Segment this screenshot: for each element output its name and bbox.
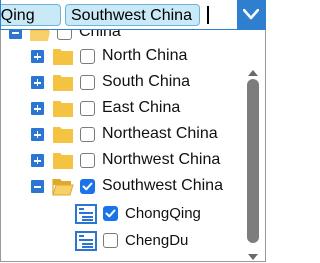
collapse-icon[interactable]	[9, 30, 22, 39]
tree-node-southwest-china[interactable]: Southwest China	[1, 174, 241, 200]
folder-open-icon	[30, 30, 50, 41]
expand-icon[interactable]	[31, 76, 44, 89]
selected-tags: ngQing Southwest China	[1, 0, 233, 29]
folder-icon	[53, 75, 73, 91]
tree-node-label: ChengDu	[125, 232, 189, 249]
document-icon	[75, 231, 97, 251]
dropdown-toggle-button[interactable]	[237, 0, 265, 29]
tree-node-chengdu[interactable]: ChengDu	[1, 228, 241, 254]
text-caret	[207, 6, 209, 24]
tree-node-south-china[interactable]: South China	[1, 70, 241, 96]
selected-tag[interactable]: ngQing	[1, 4, 61, 26]
checkbox-checked[interactable]	[103, 206, 118, 221]
chevron-down-icon	[243, 9, 259, 20]
checkbox[interactable]	[80, 127, 95, 142]
folder-icon	[53, 153, 73, 169]
tree-node-label: North China	[102, 47, 188, 64]
folder-icon	[53, 101, 73, 117]
selected-tag[interactable]: Southwest China	[65, 4, 200, 26]
document-icon	[75, 204, 97, 224]
checkbox[interactable]	[57, 30, 72, 40]
folder-open-icon	[52, 179, 74, 196]
expand-icon[interactable]	[31, 50, 44, 63]
tree-node-chongqing[interactable]: ChongQing	[1, 201, 241, 227]
tree-node-label: Northwest China	[102, 151, 221, 168]
collapse-icon[interactable]	[31, 180, 44, 193]
checkbox-checked[interactable]	[80, 179, 95, 194]
tree-node-label: ChongQing	[125, 205, 201, 222]
expand-icon[interactable]	[31, 128, 44, 141]
tree-node-label: South China	[102, 73, 191, 90]
checkbox[interactable]	[80, 49, 95, 64]
tree-select-input[interactable]: ngQing Southwest China	[0, 0, 266, 30]
scroll-up-arrow[interactable]	[246, 68, 260, 78]
folder-icon	[53, 49, 73, 65]
tree-dropdown: China North China South China East China	[0, 30, 266, 262]
folder-icon	[53, 127, 73, 143]
checkbox[interactable]	[80, 153, 95, 168]
tree-node-label: China	[79, 30, 121, 40]
tree-node-east-china[interactable]: East China	[1, 96, 241, 122]
checkmark-icon	[82, 182, 93, 191]
tree-node-label: East China	[102, 99, 181, 116]
scrollbar-thumb[interactable]	[247, 79, 259, 243]
scroll-down-arrow[interactable]	[246, 252, 260, 262]
tree-node-northeast-china[interactable]: Northeast China	[1, 122, 241, 148]
expand-icon[interactable]	[31, 154, 44, 167]
expand-icon[interactable]	[31, 102, 44, 115]
tree-node-label: Southwest China	[102, 177, 223, 194]
checkbox[interactable]	[80, 75, 95, 90]
tree-node-label: Northeast China	[102, 125, 218, 142]
tree-node-north-china[interactable]: North China	[1, 44, 241, 70]
checkbox[interactable]	[103, 233, 118, 248]
checkmark-icon	[105, 209, 116, 218]
tree-node-northwest-china[interactable]: Northwest China	[1, 148, 241, 174]
checkbox[interactable]	[80, 101, 95, 116]
